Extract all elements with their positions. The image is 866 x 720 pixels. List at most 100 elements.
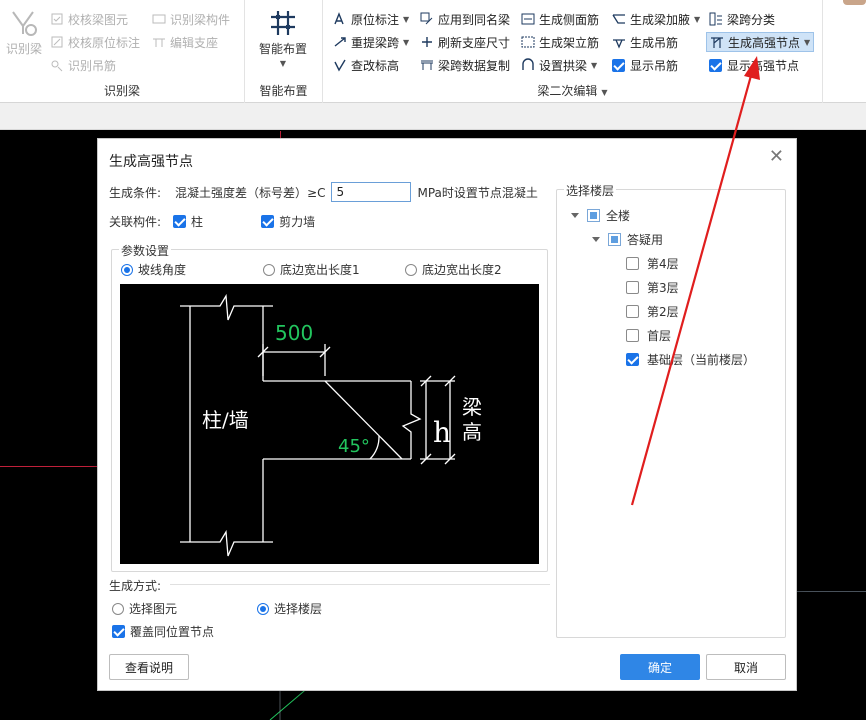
dialog-title: 生成高强节点 <box>109 154 193 170</box>
params-group: 参数设置 坡线角度 底边宽出长度1 底边宽出长度2 500 45° 柱/墙 h … <box>111 242 548 572</box>
re-extract-span-button[interactable]: 重提梁跨 ▼ <box>333 32 409 52</box>
show-hanger-checkbox[interactable]: 显示吊筋 <box>612 55 678 75</box>
checkbox-icon <box>626 329 639 342</box>
ok-button[interactable]: 确定 <box>620 654 700 680</box>
param-option-slope-angle[interactable]: 坡线角度 <box>121 261 186 278</box>
dim-500-label: 500 <box>275 321 313 345</box>
hanger-bar-icon <box>612 35 626 49</box>
method-select-element[interactable]: 选择图元 <box>112 600 177 617</box>
checkbox-icon <box>626 281 639 294</box>
beam-height-label-2: 高 <box>462 420 482 444</box>
related-label: 关联构件: <box>109 215 162 229</box>
condition-row: 生成条件: 混凝土强度差（标号差）≥C MPa时设置节点混凝土 <box>109 182 538 202</box>
method-select-floor[interactable]: 选择楼层 <box>257 600 322 617</box>
param-option-bottom-width-1[interactable]: 底边宽出长度1 <box>263 261 360 278</box>
floor-panel-legend: 选择楼层 <box>564 182 617 199</box>
generate-high-strength-node-button[interactable]: 生成高强节点 ▼ <box>706 32 815 52</box>
chevron-down-icon: ▼ <box>804 37 811 47</box>
partial-checkbox-icon[interactable] <box>608 233 621 246</box>
chevron-down-icon: ▼ <box>279 59 287 68</box>
avatar[interactable] <box>843 0 866 5</box>
generate-side-bar-button[interactable]: 生成侧面筋 <box>521 9 599 29</box>
apply-same-name-button[interactable]: 应用到同名梁 <box>420 9 510 29</box>
column-checkbox[interactable]: 柱 <box>173 213 203 230</box>
checkbox-icon <box>626 257 639 270</box>
floor-item-3[interactable]: 第3层 <box>626 279 679 296</box>
grid-layout-icon <box>268 8 298 38</box>
related-members-row: 关联构件: 柱 剪力墙 <box>109 213 315 230</box>
high-strength-node-icon <box>710 35 724 49</box>
inplace-annotation-button[interactable]: 原位标注 ▼ <box>333 9 409 29</box>
method-label: 生成方式: <box>109 579 162 593</box>
radio-selected-icon <box>257 602 269 615</box>
radio-icon <box>405 263 417 276</box>
set-arch-beam-button[interactable]: 设置拱梁 ▼ <box>521 55 597 75</box>
ribbon-group-identify-beam: 识别梁 校核梁图元 校核原位标注 识别吊筋 识别梁构件 编辑支座 识别梁 <box>0 0 245 103</box>
chevron-down-icon: ▼ <box>403 37 410 47</box>
floor-item-2[interactable]: 第2层 <box>626 303 679 320</box>
chevron-down-icon: ▼ <box>403 14 410 24</box>
chevron-down-icon: ▼ <box>694 14 701 24</box>
chevron-down-icon[interactable] <box>592 237 600 242</box>
strength-diff-input[interactable] <box>331 182 412 202</box>
check-elevation-button[interactable]: 查改标高 <box>333 55 399 75</box>
close-icon[interactable]: ✕ <box>769 148 784 166</box>
classify-icon <box>709 12 723 26</box>
smart-layout-button[interactable]: 智能布置 ▼ <box>251 8 315 74</box>
beam-height-label-1: 梁 <box>462 395 482 419</box>
chevron-down-icon[interactable] <box>571 213 579 218</box>
chevron-down-icon[interactable]: ▼ <box>601 88 607 97</box>
angle-45-label: 45° <box>338 436 370 457</box>
chevron-down-icon: ▼ <box>591 60 598 70</box>
cancel-button[interactable]: 取消 <box>706 654 786 680</box>
condition-text: 混凝土强度差（标号差）≥C <box>175 185 326 200</box>
high-strength-node-dialog: 生成高强节点 ✕ 生成条件: 混凝土强度差（标号差）≥C MPa时设置节点混凝土… <box>97 138 797 691</box>
floor-item-4[interactable]: 第4层 <box>626 255 679 272</box>
floor-item-foundation[interactable]: 基础层（当前楼层） <box>626 351 755 368</box>
checkbox-checked-icon <box>709 58 722 72</box>
refresh-support-size-button[interactable]: 刷新支座尺寸 <box>420 32 510 52</box>
shear-wall-checkbox[interactable]: 剪力墙 <box>261 213 315 230</box>
column-wall-label: 柱/墙 <box>202 408 249 432</box>
help-button[interactable]: 查看说明 <box>109 654 189 680</box>
checkbox-checked-icon <box>612 58 625 72</box>
span-classify-button[interactable]: 梁跨分类 <box>709 9 775 29</box>
checkbox-checked-icon <box>626 353 639 366</box>
param-option-bottom-width-2[interactable]: 底边宽出长度2 <box>405 261 502 278</box>
h-label: h <box>433 416 451 449</box>
tree-node-group[interactable]: 答疑用 <box>592 231 663 248</box>
identify-beam-button[interactable]: 识别梁 <box>4 8 44 66</box>
radio-icon <box>112 602 124 615</box>
partial-checkbox-icon[interactable] <box>587 209 600 222</box>
generate-erection-bar-button[interactable]: 生成架立筋 <box>521 32 599 52</box>
span-data-copy-button[interactable]: 梁跨数据复制 <box>420 55 510 75</box>
floor-item-first[interactable]: 首层 <box>626 327 671 344</box>
arch-icon <box>521 58 535 72</box>
identify-hanger-button[interactable]: 识别吊筋 <box>50 55 116 75</box>
checkbox-checked-icon <box>173 215 187 228</box>
condition-label: 生成条件: <box>109 185 162 200</box>
override-same-position-checkbox[interactable]: 覆盖同位置节点 <box>112 623 214 640</box>
tree-node-whole-building[interactable]: 全楼 <box>571 207 630 224</box>
check-inplace-annotation-button[interactable]: 校核原位标注 <box>50 32 140 52</box>
copy-icon <box>420 58 434 72</box>
generate-hanger-button[interactable]: 生成吊筋 <box>612 32 678 52</box>
node-diagram: 500 45° 柱/墙 h 梁 高 <box>120 284 539 564</box>
group-label-identify-beam: 识别梁 <box>103 84 140 98</box>
identify-beam-component-button[interactable]: 识别梁构件 <box>152 9 230 29</box>
component-icon <box>152 12 166 26</box>
params-legend: 参数设置 <box>119 242 172 259</box>
method-divider <box>170 584 550 585</box>
group-label-beam-edit: 梁二次编辑 ▼ <box>537 84 608 98</box>
floor-select-panel: 选择楼层 全楼 答疑用 第4层 第3层 第2层 首层 基础层（当前楼层） <box>556 182 786 638</box>
edit-support-button[interactable]: 编辑支座 <box>152 32 218 52</box>
radio-icon <box>263 263 275 276</box>
erection-bar-icon <box>521 35 535 49</box>
generate-haunch-button[interactable]: 生成梁加腋 ▼ <box>612 9 700 29</box>
show-high-strength-node-checkbox[interactable]: 显示高强节点 <box>709 55 799 75</box>
checkbox-icon <box>626 305 639 318</box>
check-beam-element-button[interactable]: 校核梁图元 <box>50 9 128 29</box>
annotation-icon <box>333 12 347 26</box>
hanger-icon <box>50 58 64 72</box>
refresh-icon <box>420 35 434 49</box>
